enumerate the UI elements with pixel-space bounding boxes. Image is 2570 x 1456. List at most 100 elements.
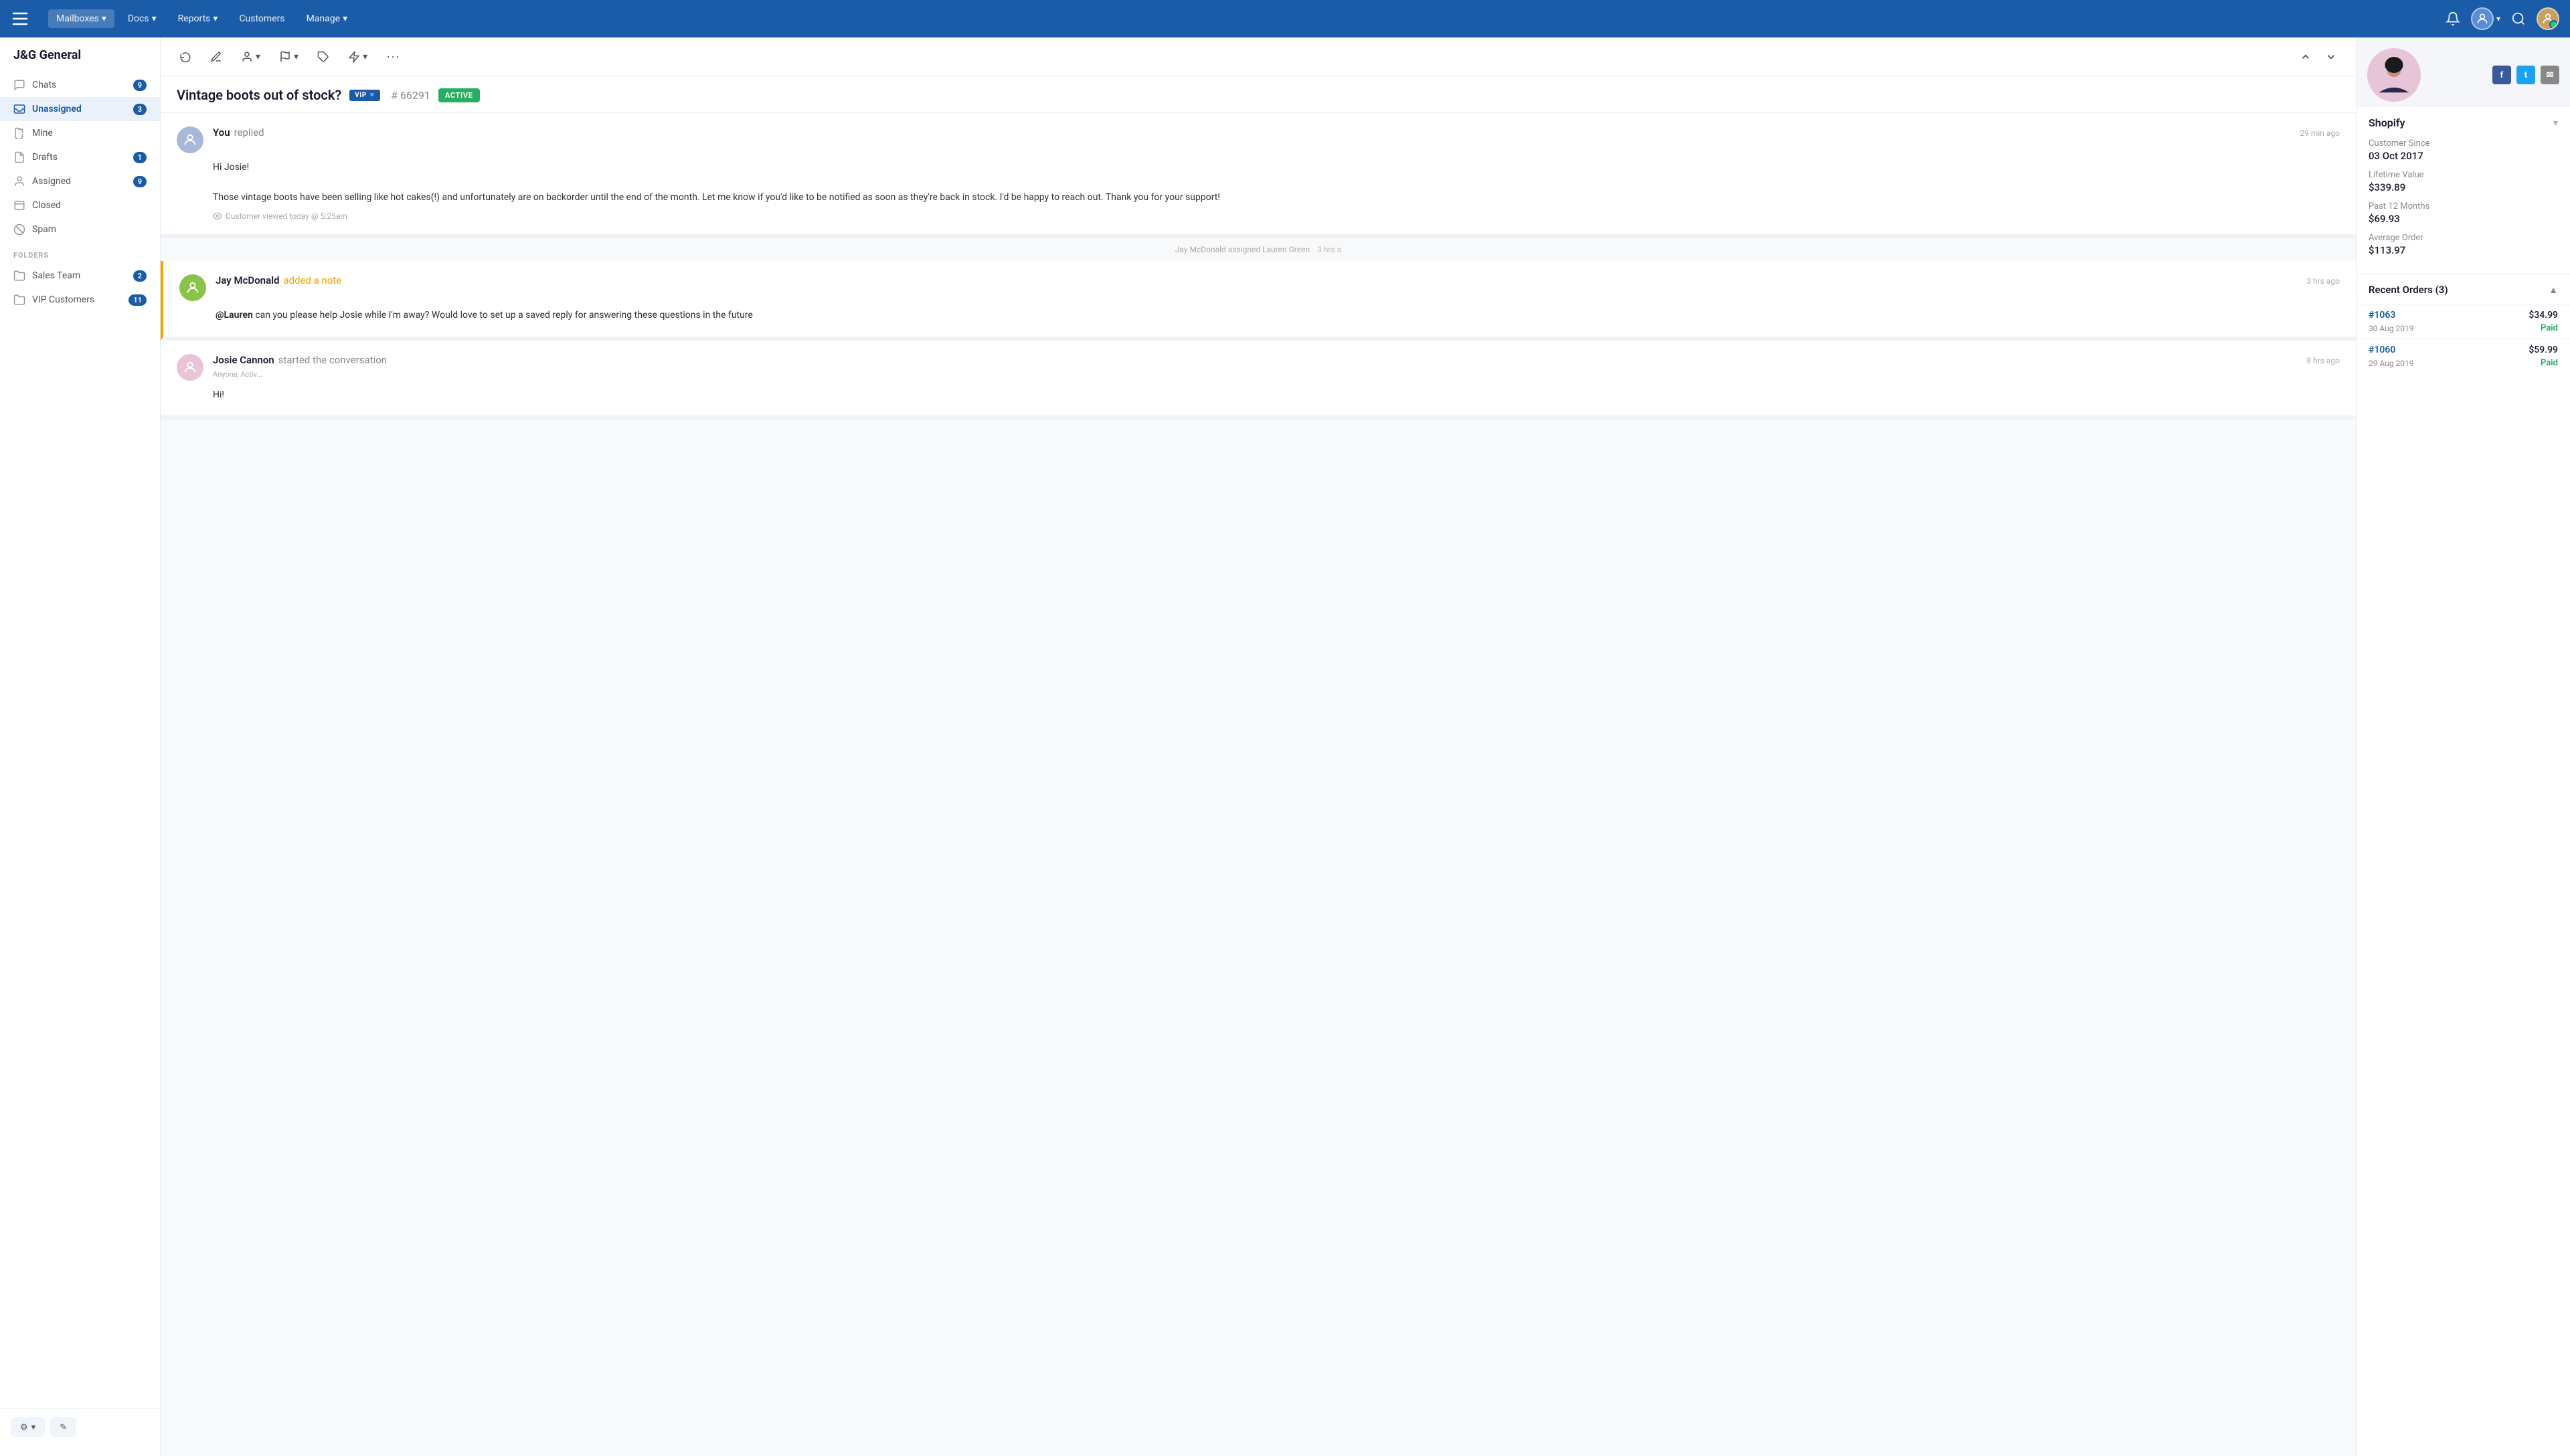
person-icon xyxy=(13,175,25,187)
edit-icon xyxy=(210,51,222,63)
facebook-icon[interactable]: f xyxy=(2492,66,2511,84)
message-body: @Lauren can you please help Josie while … xyxy=(216,308,2340,323)
order-row: #1060 $59.99 29 Aug 2019 Paid xyxy=(2357,339,2570,373)
sidebar-item-spam[interactable]: Spam xyxy=(0,217,160,242)
chats-badge: 9 xyxy=(133,80,147,91)
order-number[interactable]: #1060 xyxy=(2369,345,2395,355)
order-amount: $34.99 xyxy=(2529,310,2558,321)
flag-button[interactable]: ▾ xyxy=(274,47,304,67)
nav-reports[interactable]: Reports ▾ xyxy=(170,9,226,28)
avg-order-label: Average Order xyxy=(2369,233,2558,243)
assign-icon xyxy=(241,51,253,63)
sidebar-item-chats[interactable]: Chats 9 xyxy=(0,73,160,97)
more-button[interactable]: ··· xyxy=(381,46,406,68)
system-message: Jay McDonald assigned Lauren Green 3 hrs… xyxy=(161,238,2356,261)
nav-docs[interactable]: Docs ▾ xyxy=(120,9,165,28)
nav-customers[interactable]: Customers xyxy=(231,9,292,28)
tag-icon xyxy=(317,51,329,63)
assigned-badge: 9 xyxy=(133,176,147,187)
customer-avatar-image xyxy=(2374,55,2414,95)
orders-section-header[interactable]: Recent Orders (3) ▲ xyxy=(2357,274,2570,304)
note-block: Jay McDonald added a note 3 hrs ago @Lau… xyxy=(161,261,2356,340)
current-user-avatar[interactable] xyxy=(2537,7,2559,30)
order-number[interactable]: #1063 xyxy=(2369,310,2395,321)
vip-folder-icon xyxy=(13,294,25,306)
undo-button[interactable] xyxy=(174,47,197,67)
lifetime-value-label: Lifetime Value xyxy=(2369,170,2558,180)
sidebar-item-unassigned[interactable]: Unassigned 3 xyxy=(0,97,160,121)
order-status: Paid xyxy=(2541,358,2558,368)
conversation-header: Vintage boots out of stock? VIP ✕ # 6629… xyxy=(161,76,2356,113)
drafts-label: Drafts xyxy=(32,152,133,163)
tag-button[interactable] xyxy=(312,47,335,67)
past12-stat: Past 12 Months $69.93 xyxy=(2369,201,2558,225)
message-author: You xyxy=(213,126,230,139)
lifetime-value: $339.89 xyxy=(2369,181,2558,193)
shopify-stats: Customer Since 03 Oct 2017 Lifetime Valu… xyxy=(2357,139,2570,274)
prev-conversation-button[interactable] xyxy=(2294,47,2317,67)
chats-label: Chats xyxy=(32,80,133,90)
order-date: 30 Aug 2019 xyxy=(2369,324,2414,333)
search-icon[interactable] xyxy=(2511,11,2526,26)
more-icon: ··· xyxy=(386,50,400,64)
app-logo[interactable] xyxy=(11,9,32,28)
user-menu[interactable]: ▾ xyxy=(2471,7,2500,30)
settings-button[interactable]: ⚙ ▾ xyxy=(11,1417,45,1437)
lifetime-value-stat: Lifetime Value $339.89 xyxy=(2369,170,2558,193)
sidebar-item-drafts[interactable]: Drafts 1 xyxy=(0,145,160,169)
sidebar-folder-vip[interactable]: VIP Customers 11 xyxy=(0,288,160,312)
sidebar-folder-sales[interactable]: Sales Team 2 xyxy=(0,264,160,288)
hand-icon xyxy=(13,127,25,139)
top-navigation: Mailboxes ▾ Docs ▾ Reports ▾ Customers M… xyxy=(0,0,2570,37)
notifications-icon[interactable] xyxy=(2446,11,2460,26)
edit-button[interactable] xyxy=(205,47,228,67)
vip-label: VIP xyxy=(355,92,366,99)
flag-icon xyxy=(279,51,291,63)
unassigned-badge: 3 xyxy=(133,104,147,115)
sidebar-item-closed[interactable]: Closed xyxy=(0,193,160,217)
past12-label: Past 12 Months xyxy=(2369,201,2558,211)
reports-dropdown-icon: ▾ xyxy=(213,13,218,24)
message-block: Josie Cannon started the conversation 8 … xyxy=(161,341,2356,420)
messages-container: You replied 29 min ago Hi Josie! Those v… xyxy=(161,113,2356,1456)
assign-button[interactable]: ▾ xyxy=(236,47,266,67)
orders-section: Recent Orders (3) ▲ #1063 $34.99 30 Aug … xyxy=(2357,274,2570,373)
message-body: Hi Josie! Those vintage boots have been … xyxy=(213,160,2340,205)
nav-mailboxes[interactable]: Mailboxes ▾ xyxy=(48,9,114,28)
message-action: replied xyxy=(234,126,264,139)
vip-customers-badge: 11 xyxy=(128,294,147,306)
vip-badge-container[interactable]: VIP ✕ xyxy=(349,90,380,101)
email-icon[interactable]: ✉ xyxy=(2541,66,2559,84)
docs-dropdown-icon: ▾ xyxy=(152,13,157,24)
conversation-toolbar: ▾ ▾ ▾ ··· xyxy=(161,37,2356,76)
past12-value: $69.93 xyxy=(2369,213,2558,225)
message-block: You replied 29 min ago Hi Josie! Those v… xyxy=(161,113,2356,238)
draft-icon xyxy=(13,151,25,163)
status-badge: ACTIVE xyxy=(438,88,480,102)
right-panel: f t ✉ Shopify ▾ Customer Since 03 Oct 20… xyxy=(2356,37,2570,1456)
order-amount: $59.99 xyxy=(2529,345,2558,355)
sidebar-footer: ⚙ ▾ ✎ xyxy=(0,1408,160,1445)
recent-orders-title: Recent Orders (3) xyxy=(2369,284,2448,296)
sidebar-item-mine[interactable]: Mine xyxy=(0,121,160,145)
customer-since-value: 03 Oct 2017 xyxy=(2369,150,2558,162)
new-conversation-button[interactable]: ✎ xyxy=(50,1417,76,1437)
lightning-icon xyxy=(348,51,360,63)
action-button[interactable]: ▾ xyxy=(343,47,373,67)
nav-manage[interactable]: Manage ▾ xyxy=(298,9,356,28)
next-conversation-button[interactable] xyxy=(2320,47,2342,67)
user-avatar xyxy=(2471,7,2494,30)
shopify-section-header[interactable]: Shopify ▾ xyxy=(2357,107,2570,139)
avatar xyxy=(177,126,203,153)
avatar xyxy=(177,354,203,381)
vip-remove-button[interactable]: ✕ xyxy=(369,92,375,99)
order-bottom: 30 Aug 2019 Paid xyxy=(2369,323,2558,333)
sidebar-item-assigned[interactable]: Assigned 9 xyxy=(0,169,160,193)
mailbox-title: J&G General xyxy=(0,48,160,73)
toolbar-navigation xyxy=(2294,47,2342,67)
chat-icon xyxy=(13,79,25,91)
twitter-icon[interactable]: t xyxy=(2516,66,2535,84)
sidebar: J&G General Chats 9 Unassigned 3 Mine Dr… xyxy=(0,37,161,1456)
author-line: Josie Cannon started the conversation 8 … xyxy=(213,354,2340,366)
message-time: 29 min ago xyxy=(2300,128,2340,138)
